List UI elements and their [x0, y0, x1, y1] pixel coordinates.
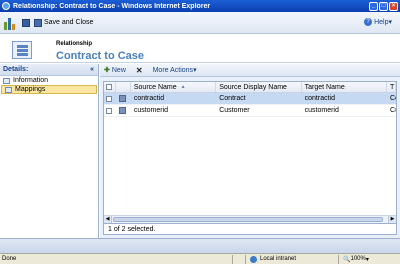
- more-actions-label: More Actions: [152, 66, 194, 74]
- browser-status-bar: Done Local intranet 🔍 100% ▾: [0, 253, 400, 264]
- cell-source-display-name: Customer: [219, 107, 250, 114]
- nav-item-label: Information: [13, 77, 49, 84]
- maximize-button[interactable]: □: [379, 1, 388, 11]
- chevron-down-icon: ▾: [365, 256, 369, 263]
- column-header-target-name[interactable]: Target Name: [302, 82, 388, 92]
- save-and-close-label: Save and Close: [44, 19, 94, 26]
- help-menu[interactable]: ? Help ▾: [364, 18, 392, 26]
- save-icon[interactable]: [22, 18, 30, 27]
- chevron-down-icon: ▾: [193, 67, 197, 74]
- mappings-panel: ✚ New ✕ More Actions ▾ Source Name ▲ Sou…: [100, 64, 400, 238]
- save-and-close-button[interactable]: Save and Close: [34, 18, 94, 27]
- minimize-button[interactable]: _: [369, 1, 378, 11]
- icon-column-header: [116, 82, 131, 92]
- zoom-control[interactable]: 🔍 100% ▾: [339, 256, 369, 263]
- window-title-bar: Relationship: Contract to Case - Windows…: [0, 0, 400, 12]
- scroll-thumb[interactable]: [113, 217, 383, 222]
- scroll-right-icon[interactable]: ▶: [388, 216, 396, 223]
- scroll-left-icon[interactable]: ◀: [104, 216, 112, 223]
- status-text: Done: [2, 256, 17, 262]
- security-zone[interactable]: Local intranet: [246, 255, 336, 263]
- page-title: Contract to Case: [56, 50, 145, 62]
- new-label: New: [111, 66, 126, 74]
- information-icon: [3, 77, 10, 84]
- zoom-level: 100%: [350, 256, 366, 262]
- entity-type-label: Relationship: [56, 41, 93, 47]
- relationship-icon: [12, 41, 32, 59]
- nav-item-mappings[interactable]: Mappings: [1, 85, 97, 94]
- cell-source-name: customerid: [133, 107, 169, 114]
- cell-source-display-name: Contract: [219, 95, 246, 102]
- window-title: Relationship: Contract to Case - Windows…: [13, 2, 211, 10]
- column-header-target-display[interactable]: T↻: [387, 82, 396, 92]
- zoom-icon: 🔍: [343, 256, 351, 263]
- help-icon: ?: [364, 18, 373, 26]
- add-icon: ✚: [104, 67, 110, 74]
- cell-target-name: contractid: [304, 95, 335, 102]
- row-checkbox[interactable]: [104, 93, 116, 104]
- close-button[interactable]: ×: [389, 1, 398, 11]
- new-button[interactable]: ✚ New: [104, 66, 126, 75]
- column-header-source-display-name[interactable]: Source Display Name: [216, 82, 302, 92]
- delete-icon: ✕: [135, 65, 143, 75]
- table-row[interactable]: customerid Customer customerid Cust: [104, 105, 396, 117]
- mappings-icon: [5, 86, 12, 93]
- ie-icon: [2, 2, 10, 10]
- nav-item-information[interactable]: Information: [0, 76, 98, 85]
- help-label: Help: [374, 18, 389, 26]
- globe-icon: [250, 255, 257, 263]
- nav-item-label: Mappings: [15, 86, 46, 93]
- crm-logo-icon: [4, 16, 16, 30]
- mapping-icon: [116, 93, 131, 104]
- details-header: Details: «: [0, 64, 98, 76]
- selection-count: 1 of 2 selected.: [108, 225, 156, 233]
- save-close-icon: [34, 18, 42, 27]
- collapse-icon[interactable]: «: [90, 66, 94, 73]
- mappings-grid: Source Name ▲ Source Display Name Target…: [103, 81, 397, 224]
- select-all-checkbox[interactable]: [104, 82, 116, 92]
- form-toolbar: Save and Close ? Help ▾: [0, 12, 400, 34]
- delete-button[interactable]: ✕: [136, 66, 143, 75]
- form-footer-bar: [0, 238, 400, 253]
- column-header-source-name[interactable]: Source Name ▲: [131, 82, 217, 92]
- cell-source-name: contractid: [133, 95, 165, 102]
- chevron-down-icon: ▾: [388, 19, 392, 26]
- row-checkbox[interactable]: [104, 105, 116, 116]
- grid-toolbar: ✚ New ✕ More Actions ▾: [100, 64, 400, 77]
- cell-target-name: customerid: [304, 107, 339, 114]
- sort-ascending-icon: ▲: [180, 84, 186, 90]
- details-nav-pane: Details: « Information Mappings: [0, 64, 99, 238]
- cell-target-display: Con: [390, 95, 396, 102]
- zone-label: Local intranet: [260, 256, 297, 262]
- horizontal-scrollbar[interactable]: ◀ ▶: [104, 215, 396, 223]
- form-header: Relationship Contract to Case: [0, 35, 400, 63]
- cell-target-display: Cust: [390, 107, 396, 114]
- grid-header-row: Source Name ▲ Source Display Name Target…: [104, 82, 396, 93]
- table-row[interactable]: contractid Contract contractid Con: [104, 93, 396, 105]
- grid-footer: 1 of 2 selected.: [103, 224, 397, 235]
- more-actions-menu[interactable]: More Actions ▾: [152, 66, 197, 75]
- refresh-icon[interactable]: ↻: [394, 83, 395, 91]
- mapping-icon: [116, 105, 131, 116]
- details-title: Details:: [3, 66, 29, 73]
